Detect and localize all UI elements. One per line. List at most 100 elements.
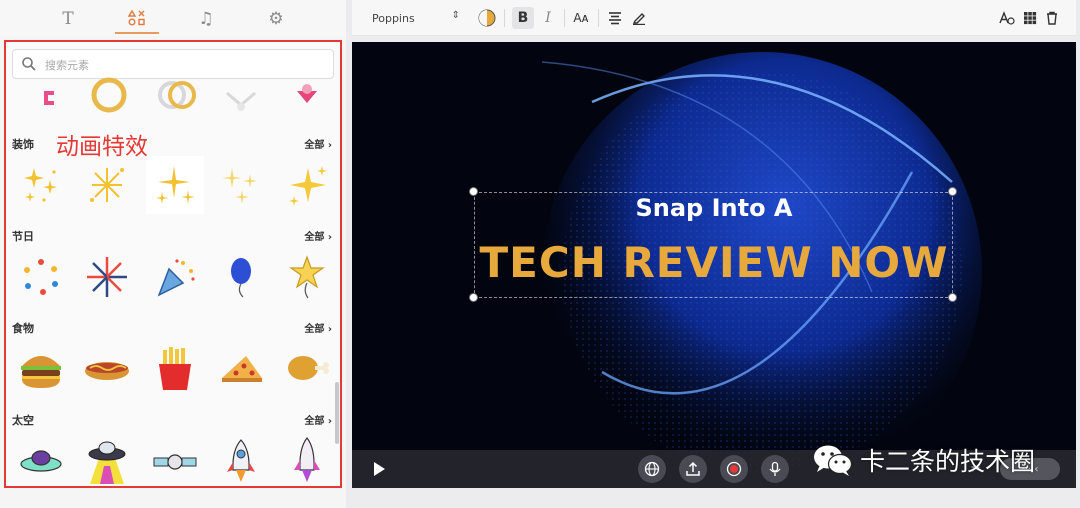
- rocket-tile[interactable]: [212, 432, 270, 486]
- pen-icon: [632, 13, 645, 25]
- watermark-text: 卡二条的技术圈: [860, 447, 1036, 476]
- sparkle-icon: [289, 166, 327, 206]
- food-row: [6, 340, 340, 400]
- text-effects-button[interactable]: [996, 7, 1018, 29]
- section-title: 装饰: [12, 138, 34, 151]
- pizza-tile[interactable]: [212, 340, 270, 398]
- drumstick-tile[interactable]: [278, 340, 336, 398]
- starburst-tile[interactable]: [78, 156, 136, 214]
- element-tile[interactable]: [212, 66, 270, 124]
- headline-line-1[interactable]: Snap Into A: [352, 194, 1076, 222]
- highlight-button[interactable]: [628, 7, 650, 29]
- firework-icon: [87, 257, 127, 297]
- half-circle-color-icon: [478, 9, 496, 27]
- glitter-tile[interactable]: [212, 156, 270, 214]
- element-tile[interactable]: [80, 66, 138, 124]
- decoration-row: [6, 156, 340, 216]
- firework-tile[interactable]: [78, 248, 136, 306]
- twinkle-tile[interactable]: [146, 156, 204, 214]
- tab-music[interactable]: ♫: [184, 4, 228, 34]
- rocket-icon: [227, 439, 255, 482]
- tab-settings[interactable]: ⚙: [254, 4, 298, 34]
- headline-line-2[interactable]: TECH REVIEW NOW: [352, 238, 1076, 287]
- text-case-icon: Aᴀ: [573, 11, 589, 25]
- text-icon: T: [62, 9, 74, 29]
- resize-handle[interactable]: [469, 293, 478, 302]
- italic-button[interactable]: I: [537, 7, 559, 29]
- record-icon: [726, 461, 742, 477]
- tab-text[interactable]: T: [46, 4, 90, 34]
- section-all-link[interactable]: 全部 ›: [304, 228, 332, 243]
- section-title: 节日: [12, 230, 34, 243]
- rocket-launch-tile[interactable]: [278, 432, 336, 486]
- voiceover-button[interactable]: [761, 455, 789, 483]
- element-tile[interactable]: [278, 66, 336, 124]
- toolbar-divider: [564, 9, 565, 27]
- sparkle-icon: [90, 168, 124, 202]
- elements-panel: 动画特效 装饰 全部 ›: [4, 40, 342, 488]
- hotdog-tile[interactable]: [78, 340, 136, 398]
- star-balloon-icon: [289, 255, 325, 299]
- party-popper-icon: [157, 259, 195, 297]
- tab-elements[interactable]: [115, 4, 159, 34]
- text-case-button[interactable]: Aᴀ: [570, 7, 592, 29]
- color-picker-button[interactable]: [476, 7, 498, 29]
- fries-tile[interactable]: [146, 340, 204, 398]
- pizza-icon: [222, 356, 262, 382]
- trash-icon: [1047, 11, 1057, 25]
- balloon-icon: [231, 258, 251, 298]
- bold-button[interactable]: B: [512, 7, 534, 29]
- italic-icon: I: [545, 10, 551, 26]
- bold-icon: B: [517, 10, 529, 26]
- play-icon[interactable]: [370, 460, 388, 478]
- all-label: 全部: [304, 140, 325, 151]
- all-label: 全部: [304, 324, 325, 335]
- upload-button[interactable]: [679, 455, 707, 483]
- resize-handle[interactable]: [948, 293, 957, 302]
- grid-button[interactable]: [1019, 7, 1041, 29]
- watermark: 卡二条的技术圈: [812, 440, 1035, 480]
- record-button[interactable]: [720, 455, 748, 483]
- element-tile[interactable]: [20, 70, 78, 128]
- burger-tile[interactable]: [12, 340, 70, 398]
- language-button[interactable]: [638, 455, 666, 483]
- video-canvas[interactable]: Snap Into A TECH REVIEW NOW ✂ ··· ‹: [352, 42, 1076, 488]
- hotdog-icon: [85, 362, 129, 380]
- text-effect-icon: [999, 11, 1015, 25]
- microphone-icon: [769, 461, 781, 476]
- star-balloon-tile[interactable]: [278, 248, 336, 306]
- section-all-link[interactable]: 全部 ›: [304, 136, 332, 151]
- delete-button[interactable]: [1041, 7, 1063, 29]
- chevron-right-icon: ›: [327, 416, 332, 427]
- sparkle-burst-tile[interactable]: [12, 156, 70, 214]
- party-popper-tile[interactable]: [146, 248, 204, 306]
- sparkle-icon: [222, 168, 257, 204]
- all-label: 全部: [304, 416, 325, 427]
- music-icon: ♫: [198, 9, 214, 29]
- section-title: 食物: [12, 322, 34, 335]
- satellite-tile[interactable]: [146, 432, 204, 486]
- space-row: [6, 432, 340, 486]
- stars-ring-tile[interactable]: [12, 248, 70, 306]
- shapes-icon: [128, 9, 145, 26]
- wechat-icon: [814, 445, 853, 476]
- toolbar-divider: [598, 9, 599, 27]
- font-family-select[interactable]: Poppins ⇕: [364, 6, 464, 30]
- element-tile[interactable]: [148, 66, 206, 124]
- updown-icon: ⇕: [451, 10, 460, 21]
- sparkle-big-tile[interactable]: [278, 156, 336, 214]
- align-center-icon: [609, 12, 621, 25]
- align-button[interactable]: [604, 7, 626, 29]
- section-all-link[interactable]: 全部 ›: [304, 412, 332, 427]
- text-toolbar: Poppins ⇕ B I Aᴀ: [352, 0, 1076, 36]
- gear-icon: ⚙: [268, 9, 284, 29]
- sidebar-tabs: T ♫ ⚙: [0, 0, 346, 36]
- section-all-link[interactable]: 全部 ›: [304, 320, 332, 335]
- drumstick-icon: [288, 356, 329, 380]
- chevron-right-icon: ›: [327, 324, 332, 335]
- ufo-tile[interactable]: [12, 432, 70, 486]
- all-label: 全部: [304, 232, 325, 243]
- balloon-tile[interactable]: [212, 248, 270, 306]
- ufo-beam-tile[interactable]: [78, 432, 136, 486]
- panel-scrollbar[interactable]: [335, 382, 339, 444]
